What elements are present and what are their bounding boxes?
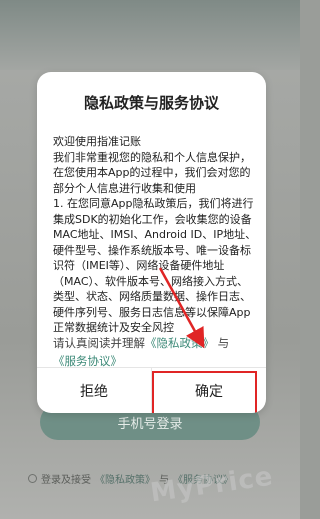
dialog-title: 隐私政策与服务协议	[83, 94, 219, 112]
body-paragraph-welcome: 欢迎使用指准记账	[53, 135, 141, 148]
privacy-policy-link[interactable]: 《隐私政策》	[145, 336, 214, 350]
reject-button[interactable]: 拒绝	[37, 368, 152, 413]
read-notice: 请认真阅读并理解《隐私政策》 与 《服务协议》	[53, 334, 257, 370]
agree-privacy-link[interactable]: 《隐私政策》	[95, 471, 155, 486]
dialog-footer: 拒绝 确定	[37, 367, 266, 413]
service-agreement-link[interactable]: 《服务协议》	[53, 354, 122, 368]
confirm-highlight-box	[152, 371, 257, 413]
dialog-body[interactable]: 欢迎使用指准记账 我们非常重视您的隐私和个人信息保护，在您使用本App的过程中，…	[53, 134, 257, 364]
reject-label: 拒绝	[80, 384, 108, 400]
agree-radio-icon[interactable]	[28, 473, 37, 483]
background-header	[0, 0, 300, 70]
privacy-dialog: 隐私政策与服务协议 欢迎使用指准记账 我们非常重视您的隐私和个人信息保护，在您使…	[37, 72, 266, 413]
body-paragraph-intro: 我们非常重视您的隐私和个人信息保护，在您使用本App的过程中，我们会对您的部分个…	[53, 150, 251, 195]
read-and: 与	[217, 336, 230, 350]
confirm-button[interactable]: 确定	[152, 368, 266, 413]
agree-prefix: 登录及接受	[41, 474, 91, 486]
body-paragraph-sdk: 1. 在您同意App隐私政策后，我们将进行集成SDK的初始化工作，会收集您的设备…	[53, 197, 257, 334]
read-prefix: 请认真阅读并理解	[53, 336, 145, 350]
phone-login-label: 手机号登录	[117, 416, 183, 432]
